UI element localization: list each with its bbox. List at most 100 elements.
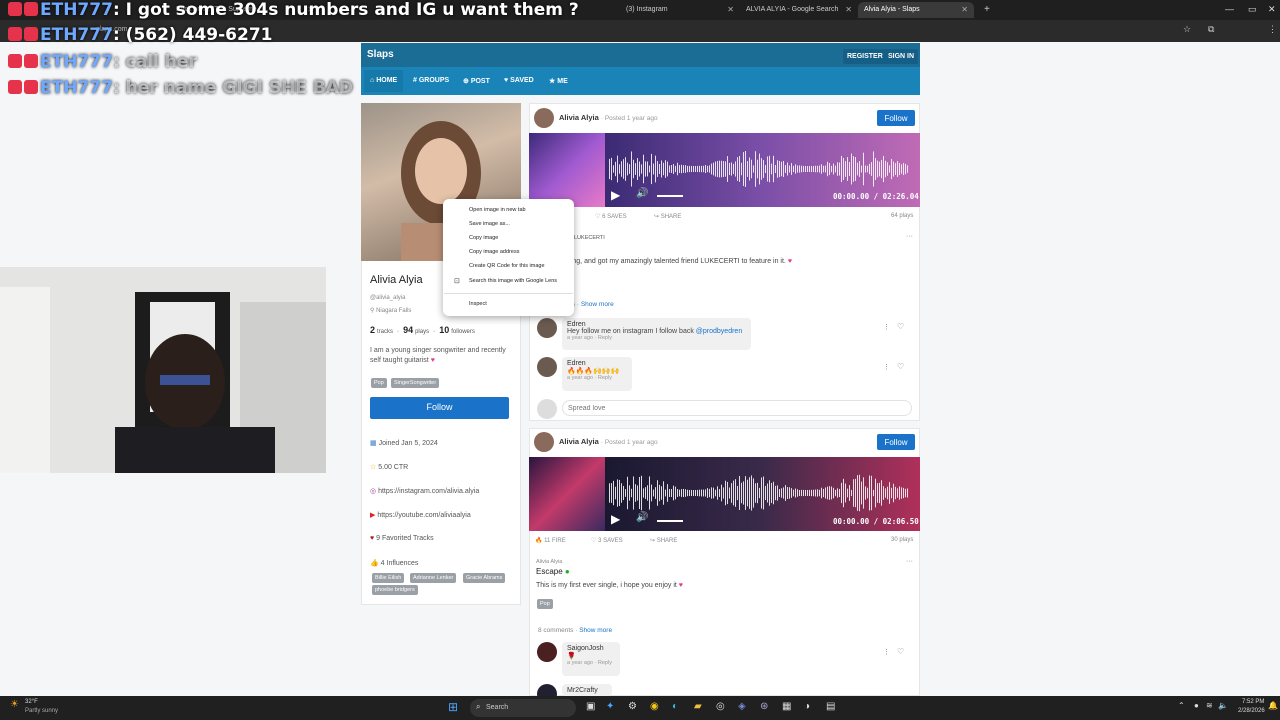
like-icon[interactable]: ♡ (897, 647, 904, 656)
comment-meta[interactable]: a year ago · Reply (567, 335, 746, 341)
track-artwork[interactable] (529, 457, 605, 531)
volume-icon[interactable]: 🔊 (636, 512, 648, 523)
influence-chip[interactable]: Billie Eilish (372, 573, 405, 583)
saves-button[interactable]: ♡ 6 SAVES (595, 213, 627, 220)
more-icon[interactable]: ⋮ (883, 648, 890, 656)
avatar[interactable] (534, 432, 554, 452)
browser-tab-4[interactable]: Alvia Alyia - Slaps ✕ (858, 2, 974, 18)
tag-chip[interactable]: Pop (537, 599, 553, 609)
share-button[interactable]: ↪ SHARE (654, 213, 681, 220)
nav-groups[interactable]: # GROUPS (413, 77, 449, 84)
weather-icon[interactable]: ☀ (10, 699, 19, 710)
close-icon[interactable]: ✕ (845, 5, 852, 14)
youtube-link[interactable]: https://youtube.com/aliviaalyia (377, 512, 470, 519)
close-icon[interactable]: ✕ (727, 5, 734, 14)
avatar[interactable] (537, 318, 557, 338)
show-more-link[interactable]: Show more (581, 301, 614, 308)
profile-youtube[interactable]: ▶ https://youtube.com/aliviaalyia (370, 511, 471, 519)
site-logo[interactable]: Slaps (367, 49, 394, 60)
post-follow-button[interactable]: Follow (877, 434, 915, 450)
wifi-icon[interactable]: ≋ (1206, 701, 1213, 710)
ctx-inspect[interactable]: Inspect (469, 301, 487, 307)
post-follow-button[interactable]: Follow (877, 110, 915, 126)
ctx-save-image-as[interactable]: Save image as... (469, 221, 510, 227)
artist-tag[interactable]: LUKECERTI (574, 235, 605, 241)
like-icon[interactable]: ♡ (897, 322, 904, 331)
app-icon[interactable]: ◑ (804, 701, 810, 712)
comment-meta[interactable]: a year ago · Reply (567, 375, 627, 381)
play-icon[interactable]: ▶ (611, 512, 620, 526)
discord-icon[interactable]: ◈ (738, 701, 746, 712)
notification-icon[interactable]: 🔔 (1268, 701, 1278, 710)
influence-chip[interactable]: Gracie Abrams (463, 573, 506, 583)
nav-home[interactable]: ⌂ HOME (364, 70, 404, 92)
post-author[interactable]: Alivia Alyia (559, 113, 599, 122)
comment-meta[interactable]: a year ago · Reply (567, 660, 615, 666)
show-more-link[interactable]: Show more (579, 627, 612, 634)
photos-icon[interactable]: ▦ (782, 701, 791, 712)
edge-icon[interactable]: ◐ (672, 701, 678, 712)
instagram-link[interactable]: https://instagram.com/alivia.alyia (378, 488, 479, 495)
close-icon[interactable]: ✕ (961, 5, 968, 14)
more-icon[interactable]: ⋮ (883, 363, 890, 371)
folder-icon[interactable]: ▰ (694, 701, 702, 712)
copilot-icon[interactable]: ✦ (606, 701, 614, 712)
post-small-author[interactable]: Alivia Alyia (536, 559, 562, 565)
menu-icon[interactable]: ⋮ (1268, 24, 1277, 35)
saves-button[interactable]: ♡ 3 SAVES (591, 537, 623, 544)
more-icon[interactable]: ⋮ (883, 323, 890, 331)
tag-chip[interactable]: SingerSongwriter (391, 378, 440, 388)
bookmark-star-icon[interactable]: ☆ (1183, 24, 1191, 35)
comment-author[interactable]: Edren (567, 360, 627, 367)
ctx-open-image-new-tab[interactable]: Open image in new tab (469, 207, 526, 213)
steam-icon[interactable]: ⊛ (760, 701, 768, 712)
avatar[interactable] (534, 108, 554, 128)
weather-temp[interactable]: 32°F (25, 699, 38, 705)
browser-tab-2[interactable]: (3) Instagram ✕ (620, 2, 740, 18)
nav-post[interactable]: ⊕ POST (463, 77, 490, 85)
comment-author[interactable]: Mr2Crafty (567, 687, 607, 694)
task-view-icon[interactable]: ▣ (586, 701, 595, 712)
taskbar-search[interactable]: ⌕ Search (470, 699, 576, 717)
windows-start-icon[interactable]: ⊞ (448, 700, 458, 714)
tray-chevron-icon[interactable]: ⌃ (1178, 701, 1185, 710)
comment-author[interactable]: Edren (567, 321, 746, 328)
track-artwork[interactable] (529, 133, 605, 207)
avatar[interactable] (537, 357, 557, 377)
ctx-copy-image-address[interactable]: Copy image address (469, 249, 519, 255)
minimize-icon[interactable]: — (1225, 4, 1234, 14)
more-icon[interactable]: ··· (906, 558, 913, 565)
post-author[interactable]: Alivia Alyia (559, 437, 599, 446)
close-window-icon[interactable]: ✕ (1268, 4, 1276, 15)
chrome-icon[interactable]: ◉ (650, 701, 659, 712)
speaker-icon[interactable]: 🔈 (1218, 701, 1228, 710)
title-text[interactable]: Escape (536, 567, 563, 576)
mention-link[interactable]: @prodbyedren (696, 328, 742, 335)
signin-button[interactable]: SIGN IN (884, 49, 919, 64)
browser-tab-3[interactable]: ALVIA ALYIA - Google Search ✕ (740, 2, 858, 18)
obs-icon[interactable]: ◎ (716, 701, 725, 712)
tag-chip[interactable]: Pop (371, 378, 387, 388)
share-button[interactable]: ↪ SHARE (650, 537, 677, 544)
clock-date[interactable]: 2/28/2026 (1238, 708, 1265, 714)
fire-button[interactable]: 🔥 11 FIRE (535, 537, 566, 544)
volume-slider[interactable] (657, 520, 683, 522)
volume-slider[interactable] (657, 195, 683, 197)
nav-saved[interactable]: ♥ SAVED (504, 77, 534, 84)
avatar[interactable] (537, 642, 557, 662)
nav-me[interactable]: ★ ME (549, 77, 568, 85)
comment-input[interactable] (562, 400, 912, 416)
settings-icon[interactable]: ⚙ (628, 701, 637, 712)
profile-favorited[interactable]: ♥ 9 Favorited Tracks (370, 535, 434, 542)
ctx-copy-image[interactable]: Copy image (469, 235, 498, 241)
restore-icon[interactable]: ▭ (1248, 4, 1257, 15)
influence-chip[interactable]: Adrianne Lenker (410, 573, 457, 583)
profile-follow-button[interactable]: Follow (370, 397, 509, 419)
ctx-search-google-lens[interactable]: Search this image with Google Lens (469, 278, 557, 284)
influence-chip[interactable]: phoebe bridgers (372, 585, 418, 595)
clock-time[interactable]: 7:52 PM (1242, 699, 1264, 705)
new-tab-button[interactable]: + (978, 0, 994, 16)
profile-instagram[interactable]: ◎ https://instagram.com/alivia.alyia (370, 487, 479, 495)
mic-icon[interactable]: ● (1194, 701, 1199, 710)
extensions-icon[interactable]: ⧉ (1208, 24, 1214, 35)
